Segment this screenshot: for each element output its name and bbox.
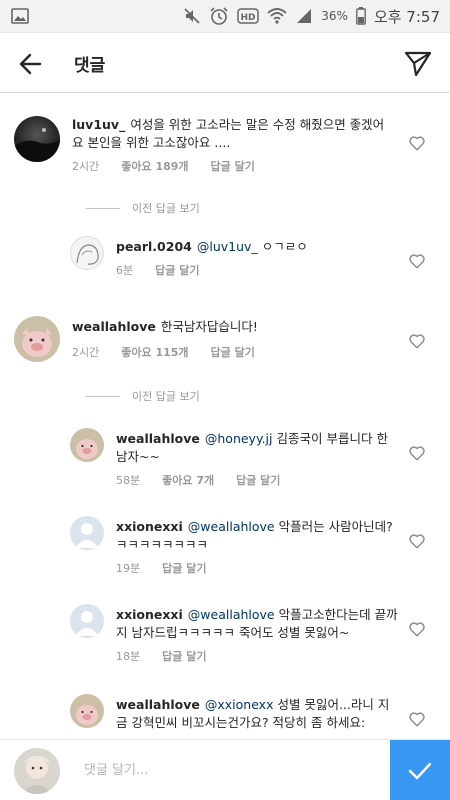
reply-button[interactable]: 답글 달기: [162, 648, 206, 664]
share-button[interactable]: [400, 45, 436, 81]
comment-username[interactable]: xxionexxi: [116, 607, 183, 622]
heart-icon[interactable]: [408, 620, 426, 638]
comment-mention[interactable]: @xxionexx: [205, 697, 274, 712]
comment-text: pearl.0204 @luv1uv_ ㅇㄱㄹㅇ: [116, 238, 396, 256]
divider: [86, 207, 120, 209]
hd-icon: HD: [237, 8, 260, 24]
svg-text:HD: HD: [241, 13, 256, 23]
view-previous-label: 이전 답글 보기: [132, 202, 200, 215]
comment-text: luv1uv_ 여성을 위한 고소라는 말은 수정 해줬으면 좋겠어요 본인을 위…: [72, 116, 394, 152]
page-title: 댓글: [74, 56, 106, 76]
status-indicators: HD 36% 오후 7:57: [183, 5, 440, 27]
signal-icon: [295, 7, 313, 25]
view-previous-replies[interactable]: 이전 답글 보기: [86, 200, 200, 216]
comment-composer: [0, 739, 450, 800]
avatar[interactable]: [70, 694, 104, 728]
clock: 오후 7:57: [373, 7, 440, 26]
checkmark-icon: [408, 762, 432, 779]
reply-button[interactable]: 답글 달기: [162, 560, 206, 576]
comment-text: weallahlove @xxionexx 성별 못잃어...라니 지금 강혁민씨 …: [116, 696, 398, 732]
comment-mention[interactable]: @weallahlove: [188, 519, 275, 534]
comment-text: xxionexxi @weallahlove 악플고소한다는데 끝까지 남자드립ㅋㅋ…: [116, 606, 398, 642]
avatar[interactable]: [70, 516, 104, 550]
divider: [86, 395, 120, 397]
comment-text: weallahlove 한국남자답습니다!: [72, 318, 394, 336]
comment-time: 6분: [116, 264, 134, 277]
comment-username[interactable]: luv1uv_: [72, 117, 125, 132]
comment-username[interactable]: weallahlove: [116, 697, 200, 712]
comment-time: 2시간: [72, 346, 100, 359]
gallery-icon: [10, 6, 30, 26]
comment-username[interactable]: pearl.0204: [116, 239, 192, 254]
comments-header: 댓글: [0, 33, 450, 93]
comment-time: 2시간: [72, 160, 100, 173]
comment-text: xxionexxi @weallahlove 악플러는 사람아닌데?ㅋㅋㅋㅋㅋㅋㅋㅋ: [116, 518, 398, 554]
heart-icon[interactable]: [408, 710, 426, 728]
view-previous-replies[interactable]: 이전 답글 보기: [86, 388, 200, 404]
comment-username[interactable]: weallahlove: [72, 319, 156, 334]
avatar: [14, 748, 60, 794]
reply-button[interactable]: 답글 달기: [211, 344, 255, 360]
battery-icon: [356, 7, 366, 25]
comment-username[interactable]: xxionexxi: [116, 519, 183, 534]
heart-icon[interactable]: [408, 252, 426, 270]
avatar[interactable]: [14, 316, 60, 362]
avatar[interactable]: [70, 428, 104, 462]
heart-icon[interactable]: [408, 532, 426, 550]
comment-username[interactable]: weallahlove: [116, 431, 200, 446]
comment-time: 19분: [116, 562, 141, 575]
wifi-icon: [267, 7, 287, 25]
arrow-left-icon: [19, 53, 42, 75]
comment-mention[interactable]: @honeyy.jj: [205, 431, 273, 446]
avatar[interactable]: [70, 236, 104, 270]
post-comment-button[interactable]: [390, 740, 450, 800]
reply-button[interactable]: 답글 달기: [211, 158, 255, 174]
heart-icon[interactable]: [408, 332, 426, 350]
alarm-icon: [209, 6, 229, 26]
comment-list: luv1uv_ 여성을 위한 고소라는 말은 수정 해줬으면 좋겠어요 본인을 위…: [0, 94, 450, 739]
comment-likes[interactable]: 좋아요 115개: [121, 344, 188, 360]
comment-likes[interactable]: 좋아요 7개: [162, 472, 214, 488]
comment-meta: 2시간 좋아요 115개 답글 달기: [72, 344, 277, 360]
comment-mention[interactable]: @luv1uv_: [197, 239, 258, 254]
comment-likes[interactable]: 좋아요 189개: [121, 158, 188, 174]
reply-button[interactable]: 답글 달기: [155, 262, 199, 278]
comment-time: 18분: [116, 650, 141, 663]
comment-mention[interactable]: @weallahlove: [188, 607, 275, 622]
avatar[interactable]: [70, 604, 104, 638]
status-bar: HD 36% 오후 7:57: [0, 0, 450, 33]
paper-plane-icon: [404, 51, 432, 77]
back-button[interactable]: [14, 47, 48, 81]
comment-text: weallahlove @honeyy.jj 김종국이 부릅니다 한남자~~: [116, 430, 398, 466]
mute-icon: [183, 7, 201, 25]
view-previous-label: 이전 답글 보기: [132, 390, 200, 403]
avatar[interactable]: [14, 116, 60, 162]
comment-message: 한국남자답습니다!: [160, 319, 258, 334]
battery-percent: 36%: [321, 9, 348, 23]
heart-icon[interactable]: [408, 444, 426, 462]
comment-meta: 18분 답글 달기: [116, 648, 228, 664]
comment-input[interactable]: [84, 758, 364, 782]
comment-meta: 2시간 좋아요 189개 답글 달기: [72, 158, 277, 174]
comment-meta: 58분 좋아요 7개 답글 달기: [116, 472, 302, 488]
comment-time: 58분: [116, 474, 141, 487]
comment-message: ㅇㄱㄹㅇ: [261, 239, 308, 254]
comment-meta: 19분 답글 달기: [116, 560, 228, 576]
comment-meta: 6분 답글 달기: [116, 262, 221, 278]
reply-button[interactable]: 답글 달기: [236, 472, 280, 488]
heart-icon[interactable]: [408, 134, 426, 152]
